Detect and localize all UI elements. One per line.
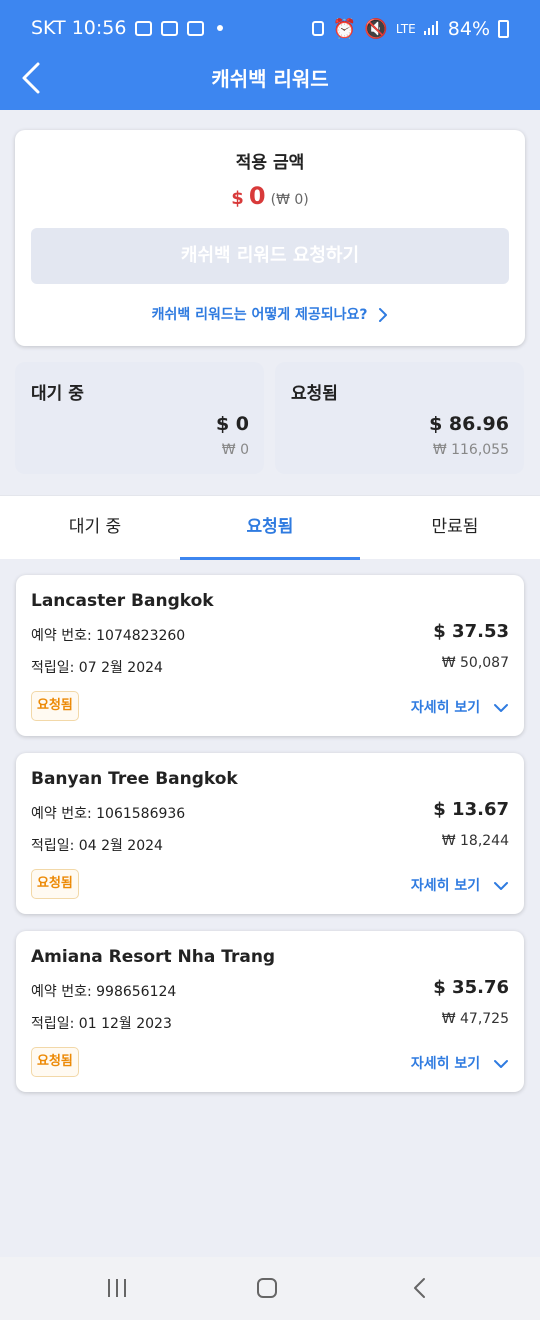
- signal-icon: [423, 18, 440, 40]
- battery-saver-icon: [312, 21, 325, 36]
- cashback-item: Lancaster Bangkok 예약 번호: 1074823260 적립일:…: [16, 575, 524, 736]
- tab-pending[interactable]: 대기 중: [5, 496, 185, 560]
- applied-amount-card: 적용 금액 $ 0 (₩ 0) 캐쉬백 리워드 요청하기 캐쉬백 리워드는 어떻…: [15, 130, 525, 346]
- applied-amount-label: 적용 금액: [235, 153, 305, 173]
- applied-amount: $ 0 (₩ 0): [15, 182, 525, 210]
- status-bar: SKT 10:56 ⏰ 🔇 LTE 84%: [0, 0, 540, 56]
- details-toggle-label: 자세히 보기: [410, 700, 481, 716]
- app-header: SKT 10:56 ⏰ 🔇 LTE 84% 캐쉬백 리워드: [0, 0, 540, 110]
- cashback-usd: $ 13.67: [433, 799, 509, 820]
- status-badge: 요청됨: [31, 1047, 79, 1077]
- battery-percent: 84%: [447, 17, 490, 40]
- details-toggle[interactable]: 자세히 보기: [411, 1053, 509, 1073]
- booking-number: 예약 번호: 1074823260: [31, 628, 186, 644]
- cashback-usd: $ 37.53: [433, 621, 509, 642]
- chevron-down-icon: [494, 1060, 508, 1068]
- page-title: 캐쉬백 리워드: [211, 67, 329, 91]
- more-notifications-icon: [217, 25, 224, 31]
- requested-summary-card: 요청됨 $ 86.96 ₩ 116,055: [275, 362, 524, 474]
- earned-date: 적립일: 07 2월 2024: [31, 660, 163, 676]
- details-toggle[interactable]: 자세히 보기: [411, 875, 509, 895]
- lte-indicator: LTE: [395, 21, 416, 36]
- details-toggle-label: 자세히 보기: [410, 878, 481, 894]
- cashback-krw: ₩ 18,244: [441, 833, 509, 849]
- system-back-button[interactable]: [410, 1277, 432, 1303]
- mute-icon: 🔇: [364, 18, 388, 40]
- hotel-name: Banyan Tree Bangkok: [31, 769, 238, 789]
- cashback-item: Amiana Resort Nha Trang 예약 번호: 998656124…: [16, 931, 524, 1092]
- clock: SKT 10:56: [31, 17, 127, 39]
- system-nav-bar: [0, 1257, 540, 1320]
- app-notification-icon: [187, 20, 205, 36]
- earned-date: 적립일: 01 12월 2023: [31, 1016, 172, 1032]
- alarm-icon: ⏰: [332, 18, 357, 40]
- system-back-icon: [414, 1278, 425, 1298]
- cashback-krw: ₩ 50,087: [441, 655, 509, 671]
- requested-label: 요청됨: [291, 384, 338, 404]
- requested-usd: $ 86.96: [429, 413, 509, 435]
- pending-usd: $ 0: [215, 413, 249, 435]
- chevron-down-icon: [494, 882, 508, 890]
- status-badge: 요청됨: [31, 869, 79, 899]
- how-cashback-link-label: 캐쉬백 리워드는 어떻게 제공되나요?: [151, 307, 368, 323]
- status-badge: 요청됨: [31, 691, 79, 721]
- hotel-name: Lancaster Bangkok: [31, 591, 214, 611]
- cashback-item: Banyan Tree Bangkok 예약 번호: 1061586936 적립…: [16, 753, 524, 914]
- recent-apps-icon: [108, 1279, 126, 1297]
- currency-symbol: $: [231, 188, 244, 209]
- booking-number: 예약 번호: 1061586936: [31, 806, 186, 822]
- voicemail-icon: [161, 20, 179, 36]
- details-toggle[interactable]: 자세히 보기: [411, 697, 509, 717]
- tab-expired[interactable]: 만료됨: [365, 496, 540, 560]
- chevron-right-icon: [379, 308, 388, 322]
- earned-date: 적립일: 04 2월 2024: [31, 838, 163, 854]
- home-button[interactable]: [256, 1277, 278, 1303]
- status-tabs: 대기 중 요청됨 만료됨: [0, 495, 540, 560]
- how-cashback-link[interactable]: 캐쉬백 리워드는 어떻게 제공되나요?: [15, 304, 525, 324]
- chevron-down-icon: [494, 704, 508, 712]
- applied-amount-value: 0: [248, 182, 266, 210]
- applied-amount-krw: (₩ 0): [270, 192, 309, 208]
- home-icon: [257, 1278, 277, 1298]
- hotel-name: Amiana Resort Nha Trang: [31, 947, 276, 967]
- booking-number: 예약 번호: 998656124: [31, 984, 177, 1000]
- recent-apps-button[interactable]: [106, 1277, 128, 1303]
- pending-summary-card: 대기 중 $ 0 ₩ 0: [15, 362, 264, 474]
- tab-requested[interactable]: 요청됨: [180, 496, 360, 560]
- gallery-icon: [135, 20, 153, 36]
- request-cashback-button[interactable]: 캐쉬백 리워드 요청하기: [31, 228, 509, 284]
- cashback-krw: ₩ 47,725: [441, 1011, 509, 1027]
- pending-krw: ₩ 0: [221, 442, 249, 458]
- cashback-usd: $ 35.76: [433, 977, 509, 998]
- details-toggle-label: 자세히 보기: [410, 1056, 481, 1072]
- requested-krw: ₩ 116,055: [432, 442, 509, 458]
- battery-icon: [498, 19, 509, 38]
- pending-label: 대기 중: [31, 384, 84, 404]
